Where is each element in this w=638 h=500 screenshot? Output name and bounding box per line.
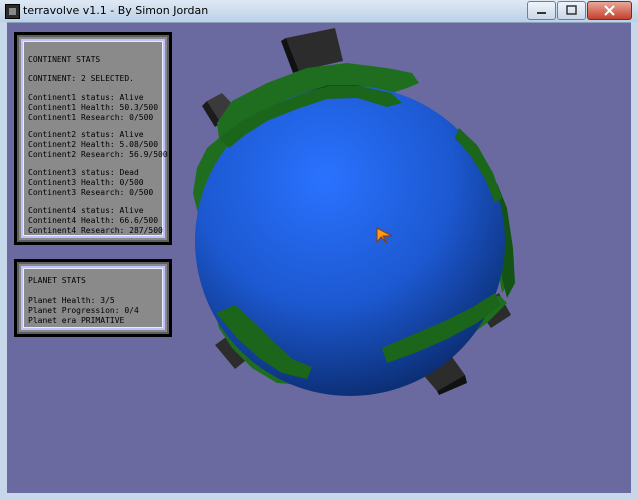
continent2-research: Continent2 Research: 56.9/500: [28, 150, 168, 159]
continent-stats-heading: CONTINENT STATS: [28, 55, 101, 64]
continent-selected-label: CONTINENT: 2 SELECTED.: [28, 74, 134, 83]
window-border-left: [0, 22, 7, 500]
game-viewport[interactable]: CONTINENT STATS CONTINENT: 2 SELECTED. C…: [7, 23, 631, 493]
continent1-research: Continent1 Research: 0/500: [28, 113, 154, 122]
continent1-status: Continent1 status: Alive: [28, 93, 144, 102]
maximize-icon: [566, 5, 577, 15]
title-bar: terravolve v1.1 - By Simon Jordan: [0, 0, 638, 23]
planet-health: Planet Health: 3/5: [28, 296, 115, 305]
minimize-icon: [537, 12, 546, 14]
continent4-health: Continent4 Health: 66.6/500: [28, 216, 159, 225]
maximize-button[interactable]: [557, 1, 586, 20]
close-icon: [604, 5, 615, 16]
continent3-status: Continent3 status: Dead: [28, 168, 139, 177]
planet-stats-heading: PLANET STATS: [28, 276, 86, 285]
planet-era: Planet era PRIMATIVE: [28, 316, 125, 325]
window-controls: [526, 1, 632, 20]
app-icon: [5, 4, 20, 19]
window-border-bottom: [0, 493, 638, 500]
planet-stats-panel: PLANET STATS Planet Health: 3/5 Planet P…: [14, 259, 172, 337]
continent1-health: Continent1 Health: 50.3/500: [28, 103, 159, 112]
continent3-research: Continent3 Research: 0/500: [28, 188, 154, 197]
continent4-research: Continent4 Research: 287/500: [28, 226, 163, 235]
continent3-health: Continent3 Health: 0/500: [28, 178, 144, 187]
continent4-status: Continent4 status: Alive: [28, 206, 144, 215]
continent-stats-panel: CONTINENT STATS CONTINENT: 2 SELECTED. C…: [14, 32, 172, 245]
close-button[interactable]: [587, 1, 632, 20]
continent2-status: Continent2 status: Alive: [28, 130, 144, 139]
window-title: terravolve v1.1 - By Simon Jordan: [23, 4, 209, 17]
continent2-health: Continent2 Health: 5.08/500: [28, 140, 159, 149]
window-border-right: [631, 22, 638, 500]
planet-progression: Planet Progression: 0/4: [28, 306, 139, 315]
minimize-button[interactable]: [527, 1, 556, 20]
